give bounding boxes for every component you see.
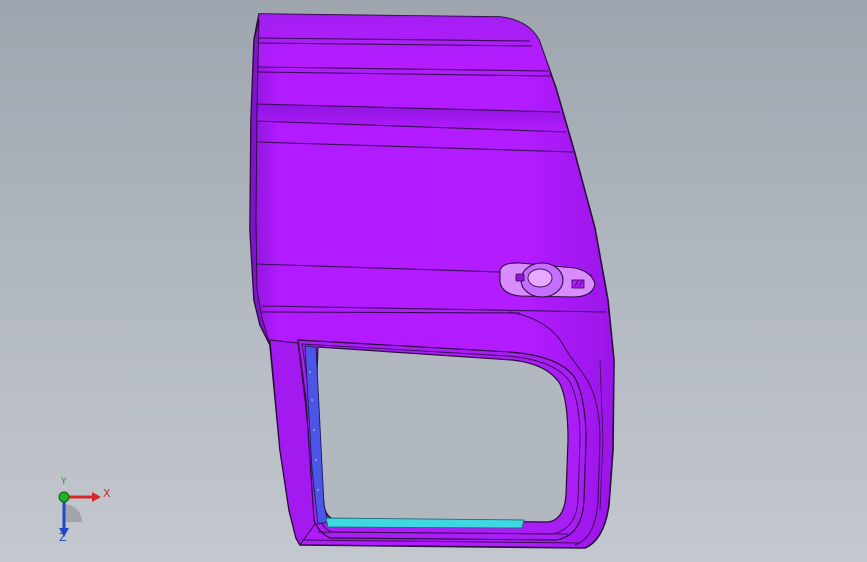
orientation-triad[interactable]: X Y Z [40, 477, 120, 548]
window-opening [315, 346, 569, 523]
z-axis-label: Z [59, 531, 67, 544]
graphics-viewport[interactable]: X Y Z [0, 0, 867, 562]
x-axis-label: X [103, 487, 111, 500]
y-axis-label: Y [61, 477, 67, 487]
door-model[interactable] [0, 0, 867, 562]
window-sill-strip [325, 517, 525, 529]
